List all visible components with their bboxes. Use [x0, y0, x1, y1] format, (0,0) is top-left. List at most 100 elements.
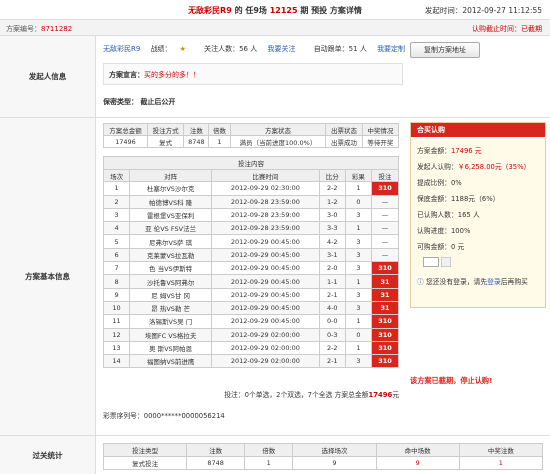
auto-follow-count: 自动跟单：51 人 我要定制 [314, 45, 413, 53]
header-cell: 对阵 [129, 169, 213, 183]
header-cell: 中奖情况 [361, 123, 400, 136]
initiator-user-link[interactable]: 无敌彩民R9 [103, 45, 140, 53]
bet-cell: 4 [102, 221, 131, 236]
bet-pick-cell: 310 [370, 261, 400, 276]
bet-cell: 2-0 [318, 261, 346, 276]
panel-total-value: 17496 元 [450, 147, 482, 155]
cell: 9 [292, 456, 377, 470]
copy-url-button[interactable]: 复制方案地址 [410, 42, 480, 58]
bet-cell: 0 [344, 194, 372, 209]
bet-cell: 2012-09-29 00:45:00 [211, 234, 320, 249]
plan-id: 方案编号：8711282 [6, 24, 72, 34]
header-cell: 方案状态 [229, 123, 327, 136]
follow-link[interactable]: 我要关注 [267, 45, 295, 53]
bet-pick-cell: — [370, 207, 400, 223]
amount-input-box[interactable] [423, 257, 439, 267]
header-cell: 比分 [318, 169, 346, 183]
bet-cell: 3 [344, 287, 372, 302]
buy-ended-notice: 该方案已截期，停止认购! [410, 376, 493, 385]
bet-cell: 2012-09-28 23:59:00 [211, 221, 320, 236]
stats-section: 过关统计 投注类型 注数 倍数 选择场次 命中场数 中奖注数 复式投注 8748… [0, 436, 550, 474]
cell: 17496 [103, 135, 148, 148]
bet-cell: 沙托鲁VS阿弗尔 [129, 274, 213, 289]
bet-cell: 10 [102, 300, 131, 316]
bet-pick-cell: 310 [370, 327, 400, 342]
panel-commission: 提成比例：0% [417, 179, 462, 187]
bet-cell: 1 [102, 181, 131, 196]
bet-pick-cell: 31 [370, 300, 400, 316]
bet-pick-cell: 31 [370, 287, 400, 302]
header-cell: 倍数 [208, 123, 231, 136]
bet-cell: 埃图FC VS格拉夫 [129, 327, 213, 342]
group-buy-panel: 合买认购 方案金额：17496 元 发起人认购：￥6,258.00元（35%） … [410, 122, 546, 308]
header-cell: 命中场数 [375, 443, 460, 457]
header-cell: 方案总金额 [103, 123, 148, 136]
privacy-type: 保密类型： 截止后公开 [103, 98, 176, 106]
custom-link[interactable]: 我要定制 [377, 45, 405, 53]
bet-cell: 14 [102, 354, 131, 369]
bet-cell: 0 [344, 327, 372, 342]
summary-row: 17496 复式 8748 1 满员（当前进度100.0%） 出票成功 等待开奖 [103, 135, 400, 148]
cell: 1 [458, 456, 544, 470]
initiator-row: 无敌彩民R9 战绩： ★ 关注人数：56 人 我要关注 自动跟单：51 人 我要定… [103, 44, 421, 54]
panel-guarantee: 保底金额：1188元（6%） [417, 195, 500, 203]
bet-header-row: 场次 对阵 比赛时间 比分 彩果 投注 [102, 169, 400, 183]
bet-cell: 12 [102, 327, 131, 342]
header-cell: 注数 [186, 443, 246, 457]
bet-content-table: 投注内容 场次 对阵 比赛时间 比分 彩果 投注 1 杜塞尔VS沙尔克 2012-0… [102, 155, 400, 369]
bet-cell: 5 [102, 234, 131, 249]
bet-pick-cell: 310 [370, 340, 400, 356]
bet-row: 11 洛锡斯VS吴 门 2012-09-29 00:45:00 0-0 1 310 [102, 314, 400, 329]
bet-cell: 13 [102, 340, 131, 356]
followers-count: 关注人数：56 人 我要关注 [204, 45, 303, 53]
cell: 满员（当前进度100.0%） [229, 135, 327, 148]
bet-pick-cell: — [370, 247, 400, 263]
bet-summary-prefix: 投注：0个单选，2个双选，7个全选 方案总金额 [224, 391, 369, 399]
bet-pick-cell: — [370, 221, 400, 236]
sub-bar: 方案编号：8711282 认购截止时间：已截期 [0, 20, 550, 36]
bet-row: 5 尼弗尔VS萨 琪 2012-09-29 00:45:00 4-2 3— [102, 234, 400, 249]
issue-number: 12125 [269, 6, 298, 15]
cell: 1 [244, 456, 294, 470]
auto-follow-text: 自动跟单：51 人 [313, 45, 367, 53]
cell: 9 [375, 456, 460, 470]
bet-row: 13 奥 斯VS阿帕恩 2012-09-29 02:00:00 2-2 1 310 [102, 340, 400, 356]
bet-row: 7色 当VS伊斯特 2012-09-29 00:45:00 2-0 3 310 [102, 261, 400, 276]
header-cell: 彩果 [344, 169, 372, 183]
amount-unit-icon [441, 257, 452, 267]
bet-cell: 3 [344, 247, 372, 263]
bet-cell: 2012-09-29 00:45:00 [211, 300, 320, 316]
login-link[interactable]: 登录 [487, 278, 501, 286]
bet-cell: 2012-09-29 00:45:00 [211, 287, 320, 302]
bet-cell: 3 [102, 207, 131, 223]
panel-total-label: 方案金额： [417, 147, 451, 155]
plan-summary-table: 方案总金额 投注方式 注数 倍数 方案状态 出票状态 中奖情况 17496 复式… [103, 123, 400, 148]
panel-amount-input[interactable] [423, 257, 452, 267]
panel-bought: 已认购人数：165 人 [417, 211, 480, 219]
bet-row: 1 杜塞尔VS沙尔克 2012-09-29 02:30:00 2-2 1 310 [102, 181, 400, 196]
header-cell: 倍数 [244, 443, 294, 457]
bet-row: 10 昂 热VS勒 芒 2012-09-29 00:45:00 4-0 3 31 [102, 300, 400, 316]
bet-cell: 2-1 [318, 287, 346, 302]
bet-summary: 投注：0个单选，2个双选，7个全选 方案总金额17496元 [103, 389, 399, 399]
declare-text: 买的多分的多！！ [144, 71, 200, 79]
bet-cell: 1-1 [318, 274, 346, 289]
plan-id-value: 8711282 [41, 25, 73, 33]
bet-cell: 2012-09-29 02:00:00 [211, 340, 320, 356]
bet-row: 9尼 姆VS甘 冈 2012-09-29 00:45:00 2-1 3 31 [102, 287, 400, 302]
bet-cell: 1 [344, 274, 372, 289]
plan-id-label: 方案编号： [6, 25, 41, 33]
ticket-serial: 彩票序列号：0000******0000056214 [103, 412, 225, 420]
declare-label: 方案宣言： [109, 71, 144, 79]
bet-row: 2 帕德博VS科 隆 2012-09-28 23:59:00 1-2 0— [102, 194, 400, 209]
initiator-name[interactable]: 无敌彩民R9 [188, 6, 232, 15]
trophy-icon: ★ [179, 45, 186, 53]
bet-cell: 奥 斯VS阿帕恩 [129, 340, 213, 356]
header-cell: 场次 [102, 169, 131, 183]
bet-cell: 1 [344, 221, 372, 236]
bet-cell: 1 [344, 181, 372, 196]
bet-pick-cell: 310 [370, 314, 400, 329]
stats-header-row: 投注类型 注数 倍数 选择场次 命中场数 中奖注数 [102, 443, 544, 457]
bet-cell: 3 [344, 207, 372, 223]
header-cell: 投注方式 [146, 123, 185, 136]
